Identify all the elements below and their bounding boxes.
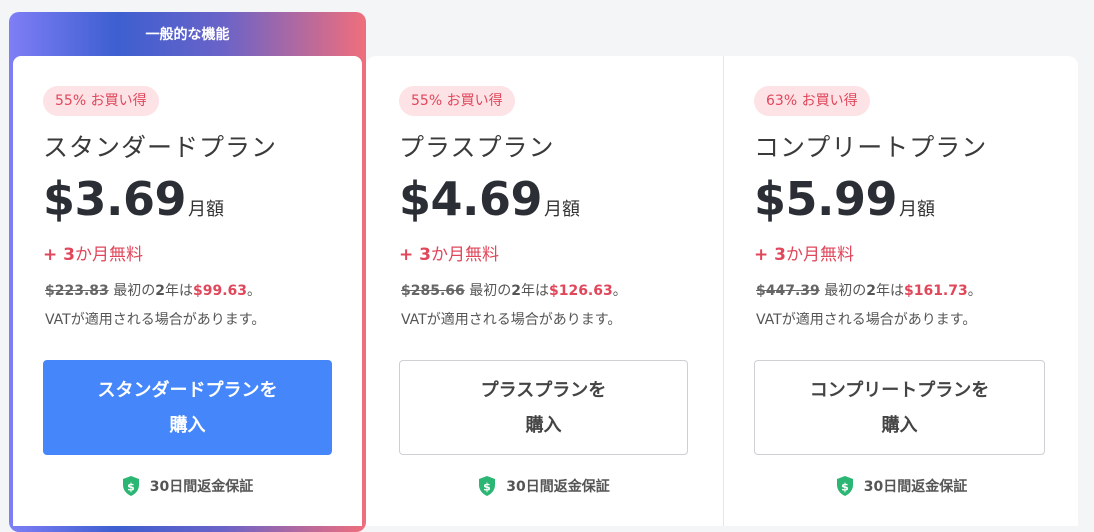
featured-tag: 一般的な機能 <box>145 27 230 43</box>
bonus-months: 3 <box>63 245 76 265</box>
price-note-years: 2 <box>866 283 876 299</box>
price: $3.69 <box>43 172 187 226</box>
price-note-years-suffix: 年は <box>520 283 549 299</box>
cta-line-2: 購入 <box>881 414 918 436</box>
price-note: $223.83 最初の2年は$99.63。 <box>45 280 261 300</box>
svg-text:$: $ <box>127 481 135 494</box>
cta-line-2: 購入 <box>169 414 206 436</box>
plan-card-complete: 63% お買い得 コンプリートプラン $5.99 月額 + 3か月無料 $447.… <box>723 56 1079 526</box>
cta-line-2: 購入 <box>525 414 562 436</box>
discount-badge: 63% お買い得 <box>754 86 870 116</box>
cta-line-1: スタンダードプランを <box>97 379 278 401</box>
money-back-guarantee: $ 30日間返金保証 <box>366 476 722 496</box>
old-price: $223.83 <box>45 283 109 299</box>
bonus-text: + 3か月無料 <box>43 240 143 265</box>
bonus-text: + 3か月無料 <box>754 240 854 265</box>
price-row: $4.69 月額 <box>399 172 580 226</box>
vat-note: VATが適用される場合があります。 <box>45 312 266 328</box>
bonus-label: か月無料 <box>431 245 500 265</box>
new-price: $99.63 <box>192 283 247 299</box>
bonus-plus: + <box>43 245 64 265</box>
discount-badge: 55% お買い得 <box>399 86 515 116</box>
price-row: $5.99 月額 <box>754 172 935 226</box>
cta-line-1: コンプリートプランを <box>809 379 990 401</box>
plan-name: コンプリートプラン <box>754 133 988 162</box>
shield-dollar-icon: $ <box>836 476 853 496</box>
plan-card-standard: 55% お買い得 スタンダードプラン $3.69 月額 + 3か月無料 $223.… <box>13 56 362 526</box>
plan-name: スタンダードプラン <box>43 133 278 162</box>
price-row: $3.69 月額 <box>43 172 224 226</box>
pricing-section: 一般的な機能 55% お買い得 スタンダードプラン $3.69 月額 + 3か月無… <box>0 0 1094 532</box>
bonus-months: 3 <box>774 245 787 265</box>
buy-complete-button[interactable]: コンプリートプランを 購入 <box>754 360 1045 455</box>
guarantee-label: 30日間返金保証 <box>149 479 254 495</box>
price-note-years: 2 <box>155 283 165 299</box>
bonus-plus: + <box>754 245 775 265</box>
money-back-guarantee: $ 30日間返金保証 <box>724 476 1079 496</box>
discount-badge: 55% お買い得 <box>43 86 159 116</box>
price: $5.99 <box>754 172 898 226</box>
price-note-end: 。 <box>247 283 261 299</box>
svg-text:$: $ <box>841 481 849 494</box>
price-note-years-suffix: 年は <box>875 283 904 299</box>
shield-dollar-icon: $ <box>479 476 496 496</box>
price-note-end: 。 <box>612 283 627 299</box>
bonus-months: 3 <box>419 245 432 265</box>
price-unit: 月額 <box>188 199 225 220</box>
svg-text:$: $ <box>483 481 491 494</box>
new-price: $126.63 <box>548 283 613 299</box>
price-note: $447.39 最初の2年は$161.73。 <box>756 280 982 300</box>
price-note-end: 。 <box>967 283 982 299</box>
price-note: $285.66 最初の2年は$126.63。 <box>401 280 627 300</box>
price-note-years: 2 <box>511 283 521 299</box>
bonus-text: + 3か月無料 <box>399 240 499 265</box>
price-unit: 月額 <box>899 199 936 220</box>
new-price: $161.73 <box>903 283 968 299</box>
plan-name: プラスプラン <box>399 133 555 162</box>
price: $4.69 <box>399 172 543 226</box>
guarantee-label: 30日間返金保証 <box>506 479 610 495</box>
cta-line-1: プラスプランを <box>480 379 607 401</box>
old-price: $285.66 <box>401 283 465 299</box>
price-note-mid: 最初の <box>108 283 156 299</box>
vat-note: VATが適用される場合があります。 <box>756 312 977 328</box>
shield-dollar-icon: $ <box>122 476 139 496</box>
plan-card-plus: 55% お買い得 プラスプラン $4.69 月額 + 3か月無料 $285.66 … <box>366 56 722 526</box>
bonus-plus: + <box>399 245 420 265</box>
vat-note: VATが適用される場合があります。 <box>401 312 622 328</box>
price-note-mid: 最初の <box>464 283 512 299</box>
old-price: $447.39 <box>756 283 820 299</box>
buy-standard-button[interactable]: スタンダードプランを 購入 <box>43 360 332 455</box>
guarantee-label: 30日間返金保証 <box>863 479 968 495</box>
bonus-label: か月無料 <box>75 245 144 265</box>
price-note-years-suffix: 年は <box>164 283 193 299</box>
bonus-label: か月無料 <box>786 245 855 265</box>
buy-plus-button[interactable]: プラスプランを 購入 <box>399 360 688 455</box>
price-unit: 月額 <box>544 199 581 220</box>
price-note-mid: 最初の <box>819 283 867 299</box>
money-back-guarantee: $ 30日間返金保証 <box>13 476 362 496</box>
